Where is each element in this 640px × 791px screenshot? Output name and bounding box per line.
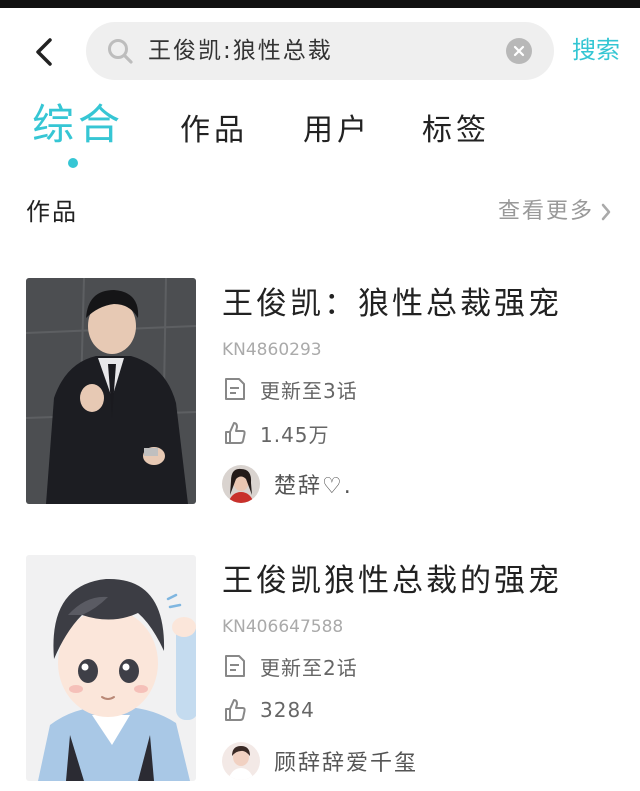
tab-bar: 综合 作品 用户 标签 (0, 96, 640, 176)
like-count: 1.45万 (260, 422, 330, 447)
clear-icon (513, 45, 525, 57)
avatar[interactable] (222, 742, 260, 780)
tab-works[interactable]: 作品 (180, 106, 248, 156)
result-title[interactable]: 王俊凯：狼性总裁强宠 (222, 282, 562, 326)
status-bar (0, 0, 640, 8)
author-name[interactable]: 楚辞♡. (274, 468, 353, 500)
avatar[interactable] (222, 465, 260, 503)
back-button[interactable] (24, 30, 64, 74)
author-name[interactable]: 顾辞辞爱千玺 (274, 745, 418, 777)
chevron-right-icon (601, 203, 611, 221)
thumbs-up-icon (225, 422, 246, 444)
search-button[interactable]: 搜索 (572, 32, 620, 68)
tab-overview[interactable]: 综合 (32, 100, 124, 150)
tab-tags[interactable]: 标签 (422, 106, 490, 156)
likes-row: 3284 (222, 695, 315, 725)
document-icon (225, 655, 245, 677)
result-id: KN406647588 (222, 617, 344, 637)
author-row[interactable]: 顾辞辞爱千玺 (222, 741, 418, 781)
see-more-label: 查看更多 (497, 199, 594, 224)
chevron-left-icon (36, 38, 52, 66)
search-input[interactable]: 王俊凯:狼性总裁 (86, 22, 554, 80)
result-card[interactable]: 王俊凯狼性总裁的强宠 KN406647588 更新至2话 3284 顾辞辞爱千玺 (0, 555, 640, 791)
section-title: 作品 (26, 198, 78, 226)
likes-row: 1.45万 (222, 418, 330, 448)
active-tab-indicator (68, 158, 78, 168)
update-status: 更新至2话 (260, 655, 358, 680)
thumbs-up-icon (225, 699, 246, 721)
search-header: 王俊凯:狼性总裁 搜索 (0, 8, 640, 96)
update-status: 更新至3话 (260, 378, 358, 403)
cover-image[interactable] (26, 555, 196, 781)
update-row: 更新至2话 (222, 651, 358, 681)
result-card[interactable]: 王俊凯：狼性总裁强宠 KN4860293 更新至3话 1.45万 楚辞♡. (0, 278, 640, 528)
works-section-header: 作品 查看更多 (0, 190, 640, 236)
document-icon (225, 378, 245, 400)
clear-button[interactable] (506, 38, 532, 64)
tab-users[interactable]: 用户 (303, 106, 371, 156)
result-title[interactable]: 王俊凯狼性总裁的强宠 (222, 559, 562, 603)
author-row[interactable]: 楚辞♡. (222, 464, 353, 504)
search-icon (108, 39, 133, 64)
result-id: KN4860293 (222, 340, 322, 360)
search-query[interactable]: 王俊凯:狼性总裁 (148, 35, 333, 67)
see-more-link[interactable]: 查看更多 (498, 194, 612, 230)
like-count: 3284 (260, 698, 315, 722)
update-row: 更新至3话 (222, 374, 358, 404)
cover-image[interactable] (26, 278, 196, 504)
